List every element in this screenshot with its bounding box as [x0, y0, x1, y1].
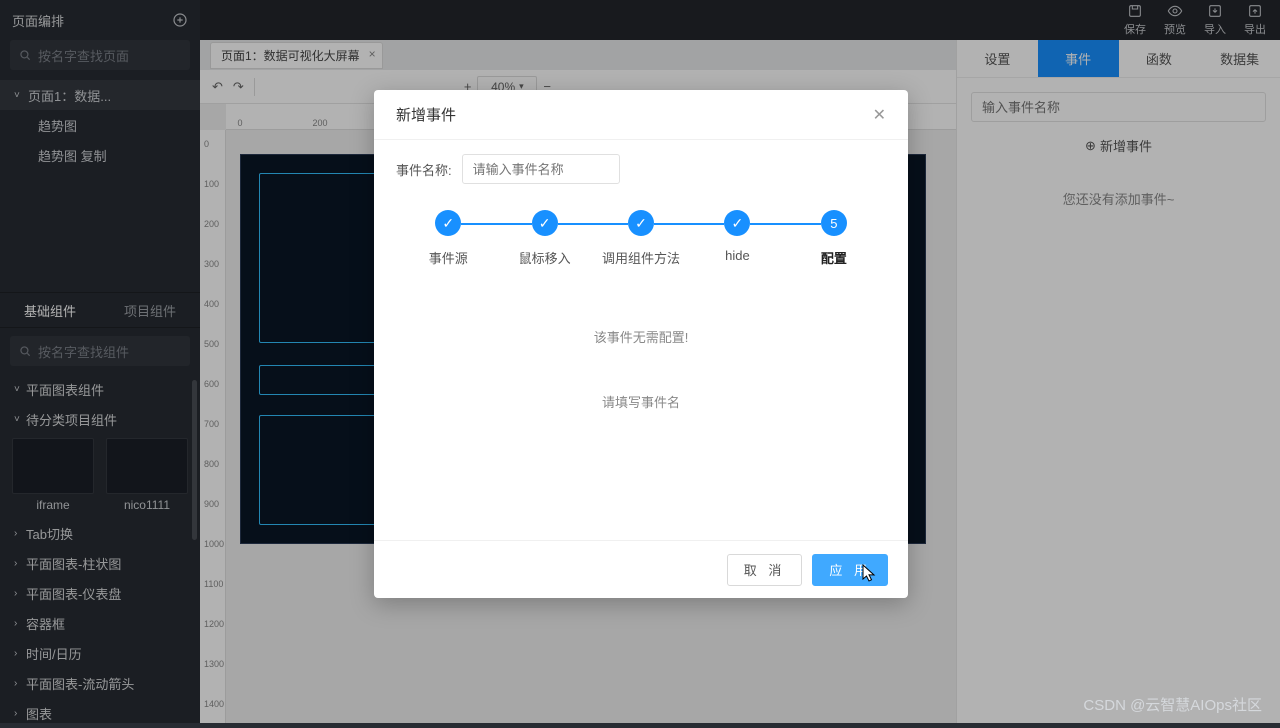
- event-name-field[interactable]: [462, 154, 620, 184]
- step-label: 事件源: [429, 248, 468, 267]
- step[interactable]: 5 配置: [786, 210, 882, 267]
- step[interactable]: 调用组件方法: [593, 210, 689, 267]
- modal-footer: 取 消 应 用: [374, 540, 908, 598]
- check-icon: [435, 210, 461, 236]
- step[interactable]: 事件源: [400, 210, 496, 267]
- watermark: CSDN @云智慧AIOps社区: [1083, 694, 1262, 715]
- modal-body: 事件名称: 事件源 鼠标移入 调用组件方法 hide 5 配置 该事件无需配置! 请填写事…: [374, 140, 908, 540]
- event-name-row: 事件名称:: [396, 154, 886, 184]
- modal-header: 新增事件 ✕: [374, 90, 908, 140]
- check-icon: [724, 210, 750, 236]
- modal-msg-2: 请填写事件名: [396, 392, 886, 411]
- modal-title: 新增事件: [396, 104, 456, 125]
- check-icon: [532, 210, 558, 236]
- close-icon[interactable]: ✕: [873, 105, 886, 125]
- new-event-modal: 新增事件 ✕ 事件名称: 事件源 鼠标移入 调用组件方法 hide 5 配置 该事件无需配…: [374, 90, 908, 598]
- step[interactable]: 鼠标移入: [496, 210, 592, 267]
- step-label: 配置: [821, 248, 847, 267]
- check-icon: [628, 210, 654, 236]
- step-number: 5: [821, 210, 847, 236]
- step-label: 调用组件方法: [602, 248, 680, 267]
- event-name-label: 事件名称:: [396, 160, 452, 179]
- step[interactable]: hide: [689, 210, 785, 263]
- modal-msg-1: 该事件无需配置!: [396, 327, 886, 346]
- step-label: 鼠标移入: [519, 248, 571, 267]
- step-indicator: 事件源 鼠标移入 调用组件方法 hide 5 配置: [400, 210, 882, 267]
- cancel-button[interactable]: 取 消: [727, 554, 803, 586]
- step-label: hide: [725, 248, 750, 263]
- confirm-button[interactable]: 应 用: [812, 554, 888, 586]
